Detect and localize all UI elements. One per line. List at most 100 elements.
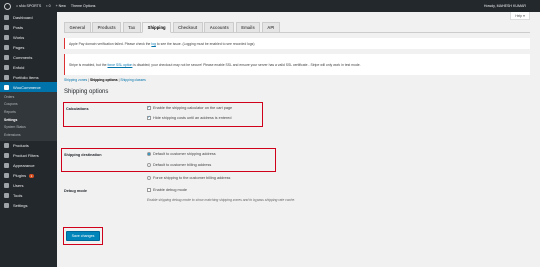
option-label: Enable the shipping calculator on the ca… bbox=[153, 106, 233, 110]
radio-unselected-icon[interactable] bbox=[147, 163, 151, 167]
settings-tabs: General Products Tax Shipping Checkout Accoun… bbox=[64, 22, 530, 33]
admin-bar: ⌂ sNo SPORTS ▪ 0 + New Theme Options How… bbox=[0, 0, 540, 12]
debug-mode-description: Enable shipping debug mode to show match… bbox=[147, 198, 296, 202]
notice-text: to see the issue. (Logging must be enabl… bbox=[156, 41, 255, 46]
tab-accounts[interactable]: Accounts bbox=[204, 22, 235, 33]
checkbox-checked-icon[interactable]: ✓ bbox=[147, 105, 151, 110]
submenu-item-reports[interactable]: Reports bbox=[0, 108, 57, 116]
settings-icon bbox=[4, 203, 9, 209]
wordpress-logo-icon[interactable] bbox=[4, 2, 11, 10]
submenu-item-extensions[interactable]: Extensions bbox=[0, 131, 57, 139]
sidebar-item-users[interactable]: Users bbox=[0, 181, 57, 191]
sidebar-item-woocommerce[interactable]: WooCommerce bbox=[0, 82, 57, 92]
submenu-item-system-status[interactable]: System Status bbox=[0, 123, 57, 131]
users-icon bbox=[4, 183, 9, 189]
default-shipping-address-option[interactable]: Default to customer shipping address bbox=[147, 152, 216, 156]
enfold-icon bbox=[4, 64, 9, 70]
submenu-item-coupons[interactable]: Coupons bbox=[0, 101, 57, 109]
admin-bar-comments[interactable]: ▪ 0 bbox=[46, 4, 50, 8]
log-link[interactable]: log bbox=[151, 42, 156, 46]
plugin-icon bbox=[4, 173, 9, 179]
notice-text: Apple Pay domain verification failed. Pl… bbox=[69, 41, 151, 46]
notice-text: Stripe is enabled, but the bbox=[69, 62, 107, 67]
plus-icon: + bbox=[55, 4, 58, 8]
sidebar-item-portfolio-items[interactable]: Portfolio Items bbox=[0, 72, 57, 82]
portfolio-icon bbox=[4, 34, 9, 40]
sidebar-item-product-filters[interactable]: Product Filters bbox=[0, 151, 57, 161]
tab-shipping[interactable]: Shipping bbox=[142, 22, 172, 33]
sidebar-item-settings[interactable]: Settings bbox=[0, 201, 57, 211]
hide-shipping-costs-option[interactable]: ✓ Hide shipping costs until an address is… bbox=[147, 115, 232, 120]
shipping-zones-link[interactable]: Shipping zones bbox=[64, 78, 87, 82]
page-icon bbox=[4, 44, 9, 50]
notice-text: is disabled; your checkout may not be se… bbox=[133, 62, 361, 67]
force-ssl-link[interactable]: force SSL option bbox=[107, 63, 132, 67]
sidebar-item-label: WooCommerce bbox=[13, 84, 41, 90]
default-billing-address-option[interactable]: Default to customer billing address bbox=[147, 163, 211, 167]
force-billing-address-option[interactable]: Force shipping to the customer billing a… bbox=[147, 176, 230, 180]
sidebar-item-comments[interactable]: Comments bbox=[0, 52, 57, 62]
sidebar-item-plugins[interactable]: Plugins 1 bbox=[0, 171, 57, 181]
submenu-item-settings[interactable]: Settings bbox=[0, 116, 57, 124]
option-label: Enable debug mode bbox=[153, 188, 187, 192]
sidebar-item-dashboard[interactable]: Dashboard bbox=[0, 12, 57, 22]
shipping-classes-link[interactable]: Shipping classes bbox=[120, 78, 145, 82]
option-label: Default to customer shipping address bbox=[153, 152, 216, 156]
comments-count: 0 bbox=[48, 4, 51, 8]
shipping-subsections: Shipping zones | Shipping options | Ship… bbox=[64, 78, 146, 82]
sidebar-item-label: Works bbox=[13, 34, 25, 40]
tab-general[interactable]: General bbox=[64, 22, 91, 33]
tab-api[interactable]: API bbox=[261, 22, 280, 33]
home-icon: ⌂ bbox=[16, 4, 19, 8]
tab-emails[interactable]: Emails bbox=[235, 22, 261, 33]
admin-bar-account[interactable]: Howdy, MAHESH KUMAR bbox=[484, 4, 526, 8]
woocommerce-icon bbox=[4, 84, 9, 90]
enable-debug-mode-option[interactable]: Enable debug mode bbox=[147, 188, 187, 192]
admin-bar-new[interactable]: + New bbox=[56, 4, 66, 8]
shipping-options-link[interactable]: Shipping options bbox=[90, 78, 118, 82]
sidebar-item-pages[interactable]: Pages bbox=[0, 42, 57, 52]
page-title: Shipping options bbox=[64, 89, 109, 95]
calculations-label: Calculations bbox=[66, 107, 89, 111]
tab-tax[interactable]: Tax bbox=[122, 22, 141, 33]
admin-bar-theme-options[interactable]: Theme Options bbox=[71, 4, 96, 8]
wrench-icon bbox=[4, 193, 9, 199]
sidebar-item-label: Dashboard bbox=[13, 14, 33, 20]
sidebar-item-label: Enfold bbox=[13, 64, 25, 70]
pin-icon bbox=[4, 24, 9, 30]
sidebar-item-works[interactable]: Works bbox=[0, 32, 57, 42]
sidebar-item-posts[interactable]: Posts bbox=[0, 22, 57, 32]
new-label: New bbox=[58, 4, 66, 8]
sidebar-item-appearance[interactable]: Appearance bbox=[0, 161, 57, 171]
admin-bar-home[interactable]: ⌂ sNo SPORTS bbox=[16, 4, 41, 8]
save-changes-button[interactable]: Save changes bbox=[66, 231, 100, 241]
sidebar-item-enfold[interactable]: Enfold bbox=[0, 62, 57, 72]
sidebar-item-products[interactable]: Products bbox=[0, 141, 57, 151]
sidebar-item-label: Comments bbox=[13, 54, 33, 60]
site-name: sNo SPORTS bbox=[19, 4, 42, 8]
sidebar-item-tools[interactable]: Tools bbox=[0, 191, 57, 201]
submenu-item-orders[interactable]: Orders bbox=[0, 93, 57, 101]
tab-products[interactable]: Products bbox=[92, 22, 122, 33]
radio-selected-icon[interactable] bbox=[147, 152, 151, 156]
shipping-calculator-option[interactable]: ✓ Enable the shipping calculator on the c… bbox=[147, 105, 233, 110]
admin-sidebar: Dashboard Posts Works Pages Comments Enfold Po… bbox=[0, 12, 57, 267]
checkbox-checked-icon[interactable]: ✓ bbox=[147, 115, 151, 120]
portfolio-items-icon bbox=[4, 74, 9, 80]
main-content: Help ▾ General Products Tax Shipping Checkou… bbox=[57, 12, 540, 267]
sidebar-item-label: Tools bbox=[13, 193, 23, 199]
help-tab-button[interactable]: Help ▾ bbox=[510, 12, 530, 20]
sidebar-item-label: Users bbox=[13, 183, 24, 189]
debug-mode-label: Debug mode bbox=[64, 189, 87, 193]
products-icon bbox=[4, 143, 9, 149]
apple-pay-error-notice: Apple Pay domain verification failed. Pl… bbox=[64, 38, 530, 49]
comment-bubble-icon: ▪ bbox=[46, 4, 48, 8]
radio-unselected-icon[interactable] bbox=[147, 176, 151, 180]
update-count-badge: 1 bbox=[29, 173, 34, 178]
tab-checkout[interactable]: Checkout bbox=[172, 22, 203, 33]
sidebar-item-label: Portfolio Items bbox=[13, 74, 39, 80]
option-label: Default to customer billing address bbox=[153, 163, 212, 167]
comment-icon bbox=[4, 54, 9, 60]
checkbox-unchecked-icon[interactable] bbox=[147, 188, 151, 192]
sidebar-item-label: Posts bbox=[13, 24, 24, 30]
